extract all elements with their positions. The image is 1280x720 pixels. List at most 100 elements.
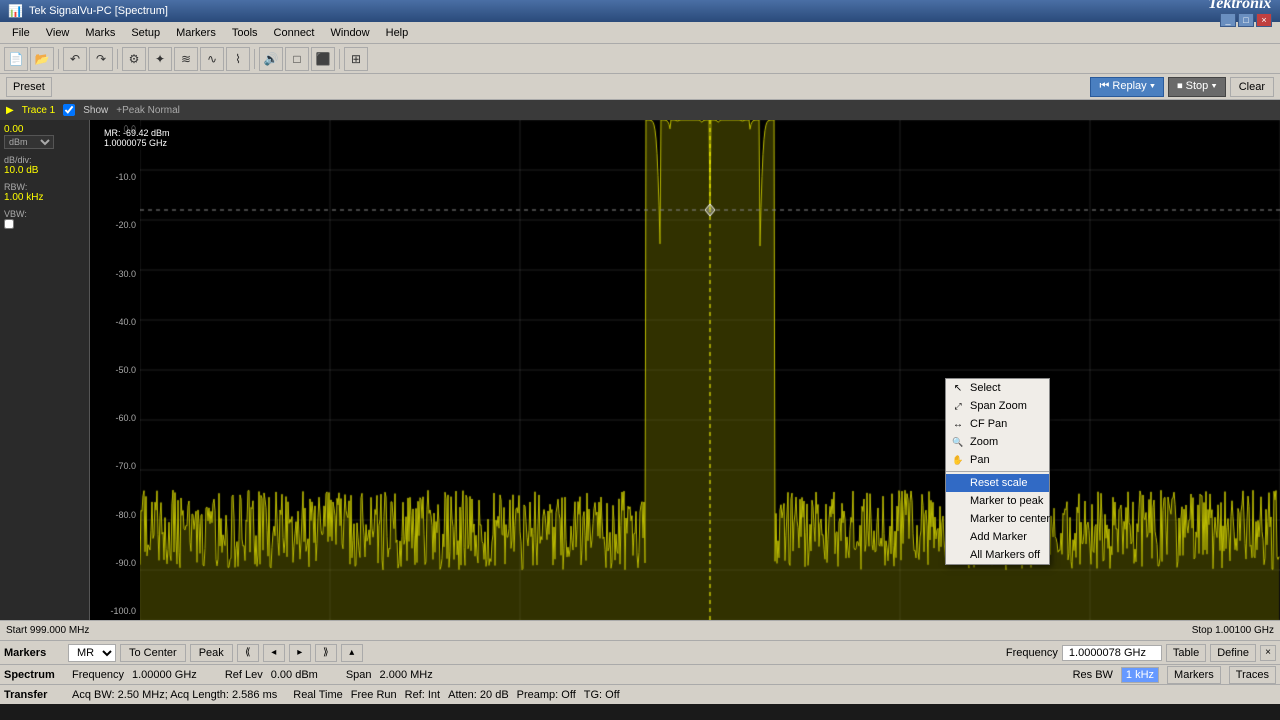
- marker-next[interactable]: ▸: [289, 644, 311, 662]
- menu-file[interactable]: File: [4, 22, 38, 43]
- trace-show-checkbox[interactable]: [63, 104, 75, 116]
- statusbar-freq: Start 999.000 MHz Stop 1.00100 GHz: [0, 620, 1280, 640]
- clear-button[interactable]: Clear: [1230, 77, 1274, 97]
- settings-button[interactable]: ⚙: [122, 47, 146, 71]
- ctx-marker-to-center-label: Marker to center: [970, 513, 1050, 525]
- preset-button[interactable]: Preset: [6, 77, 52, 97]
- ref-unit-select[interactable]: dBm: [4, 135, 54, 149]
- menu-markers[interactable]: Markers: [168, 22, 224, 43]
- menu-view[interactable]: View: [38, 22, 78, 43]
- y-label-2: -20.0: [90, 220, 140, 230]
- marker-line1: MR: -69.42 dBm: [104, 128, 170, 138]
- toolbar-sep-1: [58, 49, 59, 69]
- ctx-all-markers-off[interactable]: All Markers off: [946, 546, 1049, 564]
- menu-help[interactable]: Help: [378, 22, 417, 43]
- close-button[interactable]: ×: [1256, 13, 1272, 27]
- tool5[interactable]: ⌇: [226, 47, 250, 71]
- menu-setup[interactable]: Setup: [123, 22, 168, 43]
- marker-up[interactable]: ▴: [341, 644, 363, 662]
- replay-button[interactable]: ⏮ Replay ▾: [1090, 77, 1164, 97]
- span-value: 2.000 MHz: [380, 669, 433, 681]
- undo-button[interactable]: ↶: [63, 47, 87, 71]
- dbdiv-label: dB/div:: [4, 155, 85, 165]
- tool3[interactable]: ≋: [174, 47, 198, 71]
- stop-button[interactable]: ⏹ Stop ▾: [1168, 77, 1226, 97]
- markers-btn[interactable]: Markers: [1167, 666, 1221, 684]
- tool6[interactable]: 🔊: [259, 47, 283, 71]
- zoom-icon: 🔍: [950, 434, 966, 450]
- markers-close-button[interactable]: ×: [1260, 645, 1276, 661]
- vbw-checkbox[interactable]: [4, 219, 14, 229]
- marker-next-next[interactable]: ⟫: [315, 644, 337, 662]
- vbw-param: VBW:: [4, 209, 85, 232]
- res-bw-value: 1 kHz: [1121, 667, 1159, 683]
- replaybar-left: Preset: [6, 77, 52, 97]
- toolbar-sep-3: [254, 49, 255, 69]
- ctx-cf-pan[interactable]: ↔ CF Pan: [946, 415, 1049, 433]
- traces-btn[interactable]: Traces: [1229, 666, 1276, 684]
- reset-scale-icon: [950, 475, 966, 491]
- ctx-add-marker-label: Add Marker: [970, 531, 1027, 543]
- peak-button[interactable]: Peak: [190, 644, 233, 662]
- ctx-add-marker[interactable]: Add Marker: [946, 528, 1049, 546]
- ctx-select[interactable]: ↖ Select: [946, 379, 1049, 397]
- marker-prev[interactable]: ◂: [263, 644, 285, 662]
- spectrum-display[interactable]: [140, 120, 1280, 620]
- spectrum-freq-value: 1.00000 GHz: [132, 669, 197, 681]
- ctx-pan[interactable]: ✋ Pan: [946, 451, 1049, 469]
- freerun-label: Free Run: [351, 689, 397, 701]
- minimize-button[interactable]: _: [1220, 13, 1236, 27]
- atten-label: Atten: 20 dB: [448, 689, 509, 701]
- tool9[interactable]: ⊞: [344, 47, 368, 71]
- span-label: Span: [346, 669, 372, 681]
- ctx-span-zoom-label: Span Zoom: [970, 400, 1027, 412]
- y-label-5: -50.0: [90, 365, 140, 375]
- to-center-button[interactable]: To Center: [120, 644, 186, 662]
- menu-marks[interactable]: Marks: [77, 22, 123, 43]
- spectrum-freq-label: Frequency: [72, 669, 124, 681]
- new-button[interactable]: 📄: [4, 47, 28, 71]
- context-menu: ↖ Select ⤢ Span Zoom ↔ CF Pan 🔍 Zoom ✋ P…: [945, 378, 1050, 565]
- table-button[interactable]: Table: [1166, 644, 1206, 662]
- maximize-button[interactable]: □: [1238, 13, 1254, 27]
- ctx-marker-to-center[interactable]: Marker to center: [946, 510, 1049, 528]
- tg-label: TG: Off: [584, 689, 620, 701]
- main-area: 0.00 dBm dB/div: 10.0 dB RBW: 1.00 kHz V…: [0, 120, 1280, 620]
- redo-button[interactable]: ↷: [89, 47, 113, 71]
- open-button[interactable]: 📂: [30, 47, 54, 71]
- tool7[interactable]: □: [285, 47, 309, 71]
- trace-peak-label: +Peak Normal: [116, 105, 180, 116]
- ref-value: 0.00: [4, 124, 85, 135]
- realtime-label: Real Time: [293, 689, 343, 701]
- menu-tools[interactable]: Tools: [224, 22, 266, 43]
- ctx-reset-scale[interactable]: Reset scale: [946, 474, 1049, 492]
- tektronix-logo: Tektronix: [1208, 0, 1271, 12]
- markers-tool-button[interactable]: ✦: [148, 47, 172, 71]
- markers-bar: Markers MR To Center Peak ⟪ ◂ ▸ ⟫ ▴ Freq…: [0, 640, 1280, 664]
- ctx-marker-to-peak[interactable]: Marker to peak: [946, 492, 1049, 510]
- ctx-pan-label: Pan: [970, 454, 990, 466]
- define-button[interactable]: Define: [1210, 644, 1256, 662]
- tool8[interactable]: ⬛: [311, 47, 335, 71]
- span-zoom-icon: ⤢: [950, 398, 966, 414]
- ctx-span-zoom[interactable]: ⤢ Span Zoom: [946, 397, 1049, 415]
- marker-prev-prev[interactable]: ⟪: [237, 644, 259, 662]
- rbw-label: RBW:: [4, 182, 85, 192]
- tool4[interactable]: ∿: [200, 47, 224, 71]
- titlebar-left: 📊 Tek SignalVu-PC [Spectrum]: [8, 4, 168, 18]
- menu-connect[interactable]: Connect: [266, 22, 323, 43]
- pan-icon: ✋: [950, 452, 966, 468]
- marker-select[interactable]: MR: [68, 644, 116, 662]
- chart-area[interactable]: 0.0 -10.0 -20.0 -30.0 -40.0 -50.0 -60.0 …: [90, 120, 1280, 620]
- y-label-3: -30.0: [90, 269, 140, 279]
- ctx-zoom[interactable]: 🔍 Zoom: [946, 433, 1049, 451]
- marker-info: MR: -69.42 dBm 1.0000075 GHz: [100, 126, 174, 150]
- all-markers-off-icon: [950, 547, 966, 563]
- menu-window[interactable]: Window: [323, 22, 378, 43]
- y-label-4: -40.0: [90, 317, 140, 327]
- add-marker-icon: [950, 529, 966, 545]
- ref-lev-label: Ref Lev: [225, 669, 263, 681]
- ctx-reset-scale-label: Reset scale: [970, 477, 1027, 489]
- trace-show-label: Show: [83, 105, 108, 116]
- ctx-sep-1: [946, 471, 1049, 472]
